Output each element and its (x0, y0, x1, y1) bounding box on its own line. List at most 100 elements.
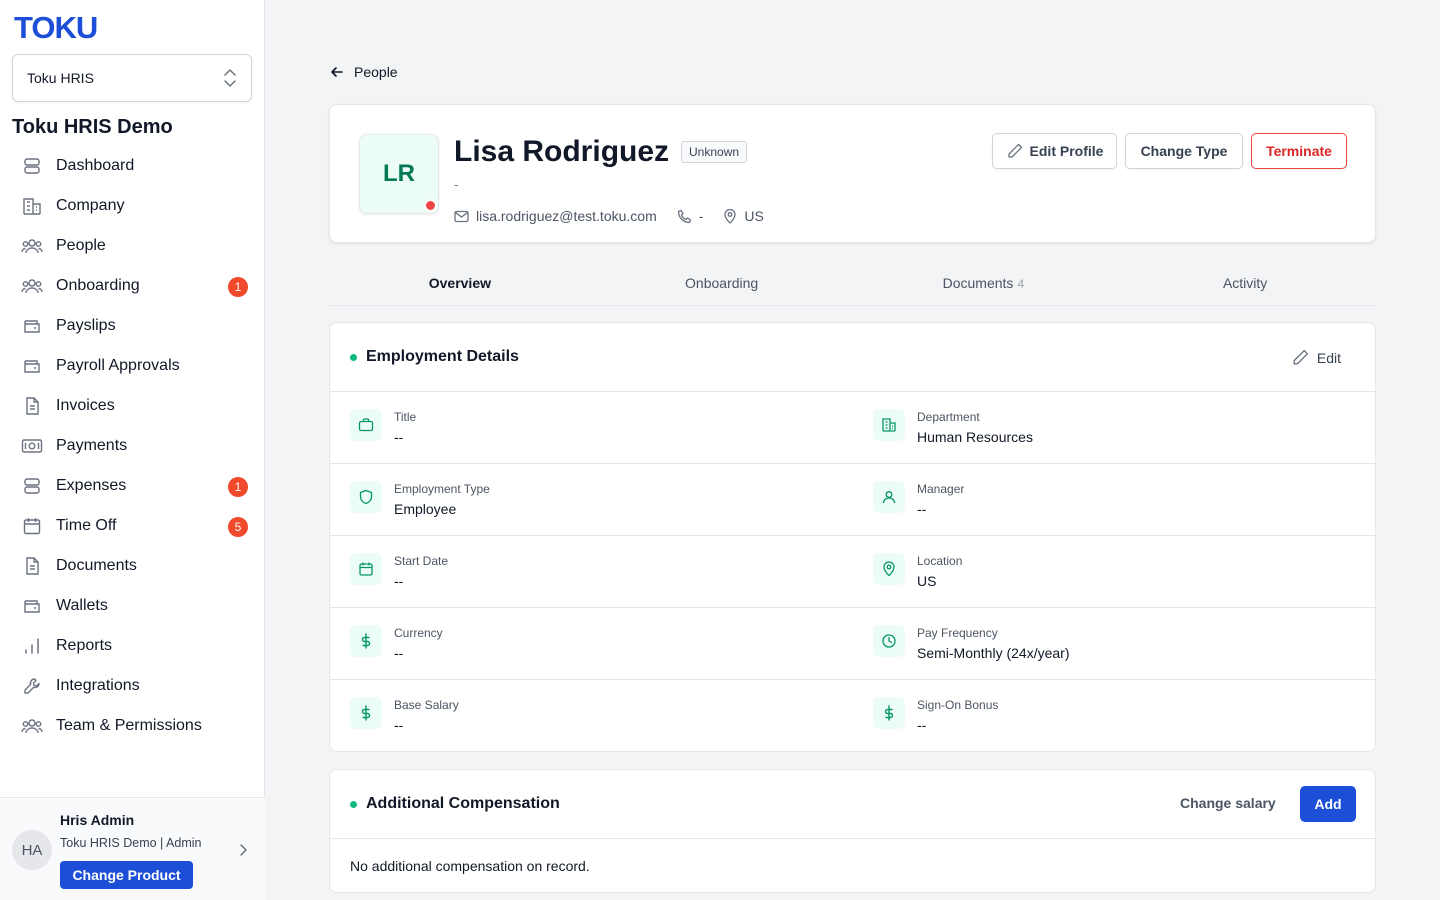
sidebar-item-time-off[interactable]: Time Off 5 (12, 506, 254, 546)
sidebar-item-payslips[interactable]: Payslips (12, 306, 254, 346)
field-label: Base Salary (394, 698, 459, 712)
field-label: Department (917, 410, 980, 424)
user-icon (873, 481, 905, 513)
field-location: Location US (873, 536, 962, 608)
wrench-icon (20, 674, 44, 698)
user-name: Hris Admin (60, 812, 135, 828)
clock-icon (873, 625, 905, 657)
chevron-up-down-icon (223, 68, 237, 88)
profile-name: Lisa Rodriguez (454, 135, 670, 168)
wallet-icon (20, 314, 44, 338)
change-product-button[interactable]: Change Product (60, 861, 193, 889)
sidebar-item-label: Payroll Approvals (56, 357, 180, 374)
sidebar-item-label: Documents (56, 557, 137, 574)
tab-activity[interactable]: Activity (1114, 262, 1376, 305)
field-label: Currency (394, 626, 443, 640)
sidebar-item-label: Integrations (56, 677, 140, 694)
sidebar-item-documents[interactable]: Documents (12, 546, 254, 586)
sidebar-item-payments[interactable]: Payments (12, 426, 254, 466)
field-value: Semi-Monthly (24x/year) (917, 645, 1070, 661)
additional-compensation-section: Additional Compensation Change salary Ad… (329, 769, 1376, 893)
change-type-button[interactable]: Change Type (1125, 133, 1243, 169)
tab-documents[interactable]: Documents 4 (853, 262, 1115, 305)
sidebar-item-expenses[interactable]: Expenses 1 (12, 466, 254, 506)
calendar-icon (350, 553, 382, 585)
sidebar-item-label: Expenses (56, 477, 127, 494)
notification-badge: 1 (228, 477, 248, 497)
wallet-icon (20, 594, 44, 618)
detail-row: Base Salary -- Sign-On Bonus -- (330, 680, 1375, 752)
chevron-right-icon[interactable] (238, 843, 248, 862)
email-contact[interactable]: lisa.rodriguez@test.toku.com (454, 208, 657, 224)
calendar-icon (20, 514, 44, 538)
tab-onboarding[interactable]: Onboarding (591, 262, 853, 305)
sidebar-item-payroll-approvals[interactable]: Payroll Approvals (12, 346, 254, 386)
phone-icon (677, 209, 691, 223)
edit-profile-button[interactable]: Edit Profile (992, 133, 1117, 169)
users-icon (20, 234, 44, 258)
add-compensation-button[interactable]: Add (1300, 786, 1356, 822)
section-header: Additional Compensation Change salary Ad… (330, 770, 1375, 839)
notification-badge: 1 (228, 277, 248, 297)
field-value: Employee (394, 501, 457, 517)
shield-icon (350, 481, 382, 513)
briefcase-icon (350, 409, 382, 441)
edit-employment-button[interactable]: Edit (1291, 348, 1341, 367)
document-icon (20, 554, 44, 578)
employment-details-section: Employment Details Edit Title -- Departme… (329, 322, 1376, 752)
product-selector[interactable]: Toku HRIS (12, 54, 252, 102)
section-title: Employment Details (350, 348, 519, 366)
sidebar-item-company[interactable]: Company (12, 186, 254, 226)
dollar-icon (350, 697, 382, 729)
terminate-button[interactable]: Terminate (1251, 133, 1347, 169)
banknote-icon (20, 434, 44, 458)
bar-chart-icon (20, 634, 44, 658)
edit-profile-label: Edit Profile (1029, 143, 1104, 159)
sidebar-item-integrations[interactable]: Integrations (12, 666, 254, 706)
field-value: -- (917, 501, 927, 517)
field-title: Title -- (350, 392, 416, 464)
sidebar-item-wallets[interactable]: Wallets (12, 586, 254, 626)
field-department: Department Human Resources (873, 392, 1033, 464)
sidebar-item-label: Reports (56, 637, 113, 654)
detail-row: Title -- Department Human Resources (330, 392, 1375, 464)
sidebar-item-reports[interactable]: Reports (12, 626, 254, 666)
section-title-text: Employment Details (366, 348, 519, 365)
dollar-icon (350, 625, 382, 657)
dollar-icon (873, 697, 905, 729)
back-to-people-link[interactable]: People (330, 64, 398, 80)
empty-state-message: No additional compensation on record. (350, 858, 590, 874)
tab-overview[interactable]: Overview (329, 262, 591, 305)
tab-label: Overview (428, 275, 491, 291)
field-label: Title (394, 410, 417, 424)
contact-row: lisa.rodriguez@test.toku.com - US (454, 208, 784, 224)
sidebar-item-label: Company (56, 197, 125, 214)
profile-subtitle: - (454, 177, 459, 192)
status-dot (350, 800, 357, 808)
users-icon (20, 274, 44, 298)
phone-contact: - (677, 208, 703, 224)
dashboard-icon (20, 154, 44, 178)
arrow-left-icon (331, 67, 343, 77)
sidebar-item-people[interactable]: People (12, 226, 254, 266)
org-name: Toku HRIS Demo (12, 116, 173, 138)
section-header: Employment Details Edit (330, 323, 1375, 392)
field-currency: Currency -- (350, 608, 443, 680)
toku-logo[interactable]: TOKU (14, 10, 98, 46)
sidebar-item-onboarding[interactable]: Onboarding 1 (12, 266, 254, 306)
status-badge: Unknown (681, 141, 748, 163)
user-footer[interactable]: HA Hris Admin Toku HRIS Demo | Admin Cha… (0, 797, 265, 900)
sidebar-item-team-permissions[interactable]: Team & Permissions (12, 706, 254, 746)
sidebar-item-label: Time Off (56, 517, 117, 534)
email-text: lisa.rodriguez@test.toku.com (476, 208, 657, 224)
sidebar-item-invoices[interactable]: Invoices (12, 386, 254, 426)
profile-tabs: Overview Onboarding Documents 4 Activity (329, 262, 1376, 306)
document-icon (20, 394, 44, 418)
notification-badge: 5 (228, 517, 248, 537)
change-salary-button[interactable]: Change salary (1180, 795, 1276, 811)
pencil-icon (1007, 143, 1022, 158)
field-value: Human Resources (917, 429, 1033, 445)
mail-icon (454, 210, 469, 222)
field-label: Location (917, 554, 963, 568)
sidebar-item-dashboard[interactable]: Dashboard (12, 146, 254, 186)
